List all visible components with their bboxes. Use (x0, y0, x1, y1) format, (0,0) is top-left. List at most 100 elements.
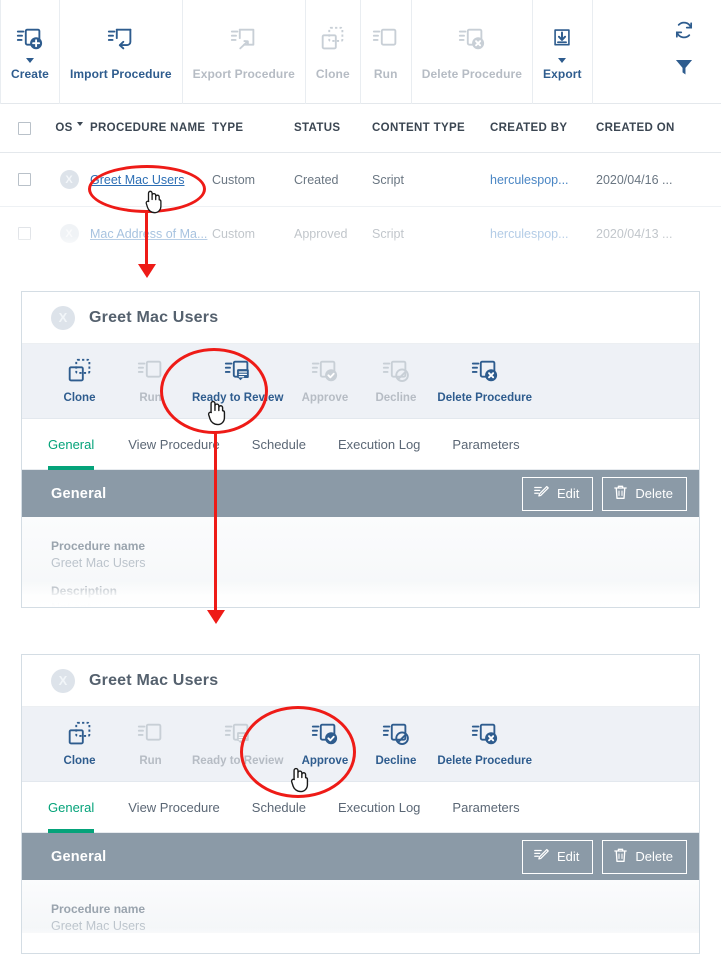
column-header-content-type[interactable]: CONTENT TYPE (372, 122, 490, 134)
row-checkbox[interactable] (17, 227, 31, 240)
procedure-name-link[interactable]: Mac Address of Ma... (90, 227, 207, 241)
table-row[interactable]: X Mac Address of Ma... Custom Approved S… (0, 207, 721, 261)
tab-view-procedure[interactable]: View Procedure (112, 419, 236, 470)
toolbar-button-label: Run (373, 67, 398, 81)
script-delete-icon (457, 22, 487, 56)
delete-button[interactable]: Delete (602, 839, 687, 874)
tab-execution-log[interactable]: Execution Log (322, 419, 436, 470)
toolbar-button-create[interactable]: Create (0, 0, 60, 104)
script-import-icon (106, 22, 136, 56)
mac-os-avatar-icon: X (51, 668, 75, 693)
row-os-cell: X (48, 170, 90, 189)
toolbar-button-label: Create (11, 67, 49, 81)
script-run-icon (371, 22, 401, 56)
toolbar-button-label: Import Procedure (69, 67, 172, 81)
action-decline[interactable]: Decline (360, 718, 431, 767)
toolbar-button-export[interactable]: Export (533, 0, 593, 104)
row-created-on: 2020/04/13 ... (596, 226, 673, 241)
row-content-type: Script (372, 172, 404, 187)
table-row[interactable]: X Greet Mac Users Custom Created Script … (0, 153, 721, 207)
procedure-name-link[interactable]: Greet Mac Users (90, 173, 184, 187)
tab-parameters[interactable]: Parameters (436, 782, 535, 833)
column-header-created-by[interactable]: CREATED BY (490, 122, 596, 134)
column-header-type[interactable]: TYPE (212, 122, 294, 134)
filter-icon[interactable] (673, 56, 695, 83)
column-header-procedure-name[interactable]: PROCEDURE NAME (90, 122, 212, 134)
tab-parameters[interactable]: Parameters (436, 419, 535, 470)
refresh-icon[interactable] (673, 19, 695, 46)
annotation-arrow-2-head (207, 610, 225, 624)
row-created-by: herculespop... (490, 226, 569, 241)
row-status: Approved (294, 226, 348, 241)
toolbar-button-import-procedure[interactable]: Import Procedure (60, 0, 183, 104)
mac-os-avatar-icon: X (51, 305, 75, 330)
script-approve-icon (310, 718, 340, 750)
trash-icon (613, 847, 628, 867)
toolbar-button-run: Run (361, 0, 412, 104)
panel-tab-bar: General View Procedure Schedule Execution L… (22, 782, 699, 833)
download-tray-icon (549, 22, 575, 56)
toolbar-button-clone: Clone (306, 0, 361, 104)
row-created-by: herculespop... (490, 172, 569, 187)
script-run-icon (136, 355, 166, 387)
script-export-icon (229, 22, 259, 56)
toolbar-button-label: Export (543, 67, 582, 81)
script-review-icon (223, 718, 253, 750)
section-title: General (51, 848, 107, 865)
panel-title: Greet Mac Users (89, 671, 219, 689)
section-header-general: General Edit Delete (22, 833, 699, 880)
action-clone[interactable]: Clone (44, 718, 115, 767)
edit-button[interactable]: Edit (522, 476, 594, 511)
panel-header: X Greet Mac Users (22, 655, 699, 707)
edit-button[interactable]: Edit (522, 839, 594, 874)
column-header-status[interactable]: STATUS (294, 122, 372, 134)
row-checkbox-cell (0, 227, 48, 240)
action-approve[interactable]: Approve (289, 718, 360, 767)
edit-button-label: Edit (557, 486, 580, 501)
select-all-checkbox[interactable] (17, 121, 31, 135)
panel-action-bar: Clone Run Ready to Review Approve Declin… (22, 707, 699, 782)
row-content-type: Script (372, 226, 404, 241)
action-ready-to-review[interactable]: Ready to Review (186, 355, 289, 404)
tab-general[interactable]: General (48, 419, 112, 470)
tab-schedule[interactable]: Schedule (236, 782, 322, 833)
section-header-general: General Edit Delete (22, 470, 699, 517)
action-label: Ready to Review (192, 755, 284, 767)
action-label: Delete Procedure (437, 392, 533, 404)
section-body: Procedure name Greet Mac Users (22, 880, 699, 933)
tab-execution-log[interactable]: Execution Log (322, 782, 436, 833)
select-all-checkbox-cell (0, 121, 48, 135)
toolbar-button-label: Clone (315, 67, 350, 81)
action-label: Clone (63, 392, 96, 404)
tab-schedule[interactable]: Schedule (236, 419, 322, 470)
delete-button-label: Delete (635, 849, 673, 864)
action-label: Run (139, 755, 162, 767)
script-run-icon (136, 718, 166, 750)
action-clone[interactable]: Clone (44, 355, 115, 404)
main-toolbar: Create Import Procedure Export Procedure… (0, 0, 721, 104)
action-label: Approve (301, 755, 349, 767)
row-status: Created (294, 172, 339, 187)
field-label: Description (51, 584, 118, 598)
clone-icon (318, 22, 348, 56)
tab-general[interactable]: General (48, 782, 112, 833)
annotation-arrow-1-head (138, 264, 156, 278)
column-header-created-on[interactable]: CREATED ON (596, 122, 716, 134)
row-checkbox[interactable] (17, 173, 31, 186)
section-buttons: Edit Delete (522, 839, 687, 874)
delete-button[interactable]: Delete (602, 476, 687, 511)
tab-view-procedure[interactable]: View Procedure (112, 782, 236, 833)
column-header-os[interactable]: OS (48, 122, 90, 134)
action-run: Run (115, 355, 186, 404)
field-value: Greet Mac Users (51, 919, 146, 933)
script-approve-icon (310, 355, 340, 387)
mac-os-icon: X (59, 170, 79, 189)
action-delete-procedure[interactable]: Delete Procedure (431, 718, 538, 767)
action-label: Ready to Review (192, 392, 284, 404)
procedures-table: OS PROCEDURE NAME TYPE STATUS CONTENT TY… (0, 104, 721, 262)
action-label: Clone (63, 755, 96, 767)
toolbar-items: Create Import Procedure Export Procedure… (0, 0, 721, 104)
action-delete-procedure[interactable]: Delete Procedure (431, 355, 538, 404)
script-decline-icon (381, 355, 411, 387)
panel-title: Greet Mac Users (89, 308, 219, 326)
